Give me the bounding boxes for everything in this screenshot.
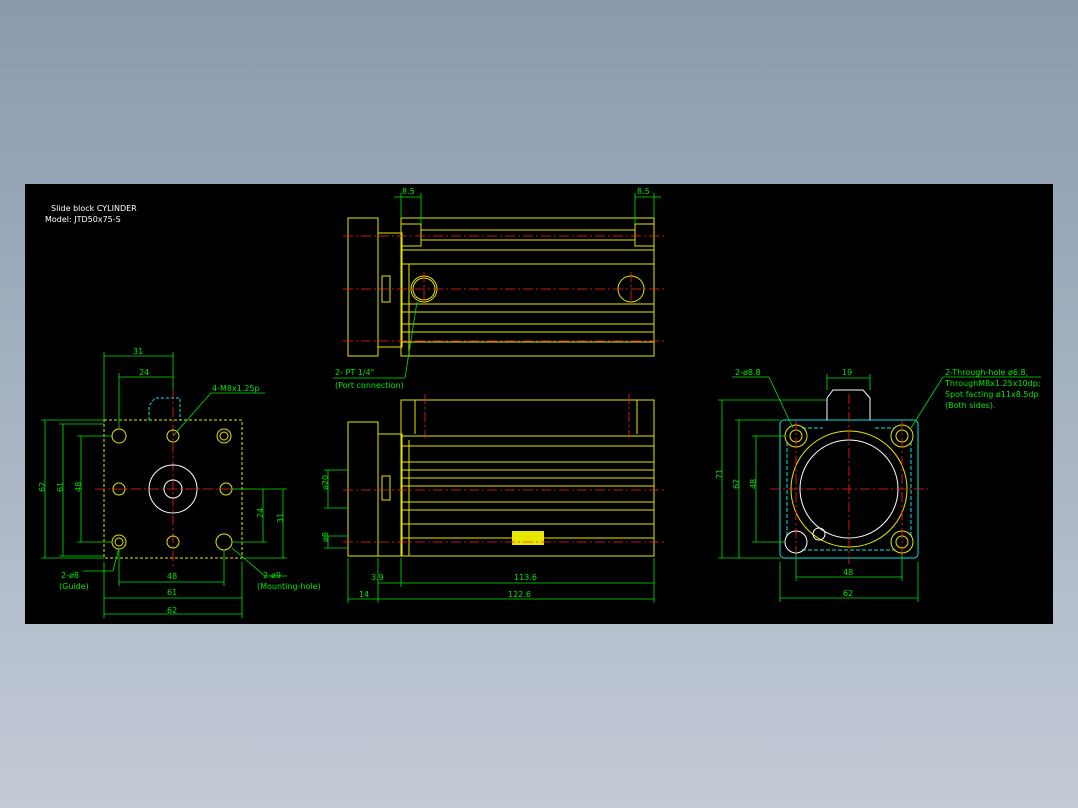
side-dim-14: 14 [359,590,369,599]
side-dim-39: 3.9 [371,573,384,582]
left-guide-label: (Guide) [59,582,89,591]
side-dim-phi20: ø20 [321,475,330,490]
top-body [400,217,655,357]
left-dim-31: 31 [276,513,285,523]
left-threads-callout: 4-M8x1.25p [212,384,260,393]
end-dim-48: 48 [749,479,758,489]
end-view: 2-ø8.8 19 2-Through-hole ø6.8, ThroughM8… [715,368,1041,602]
top-port-callout: 2- PT 1/4" [335,368,374,377]
end-dim-19: 19 [842,368,852,377]
end-note-line-1: 2-Through-hole ø6.8, [945,368,1028,377]
cad-drawing-viewport[interactable]: Slide block CYLINDER Model: JTD50x75-S 3… [25,184,1053,624]
left-hole-bl [111,534,127,550]
left-dim-31-top: 31 [133,347,143,356]
left-mount-label: (Mounting-hole) [257,582,321,591]
left-hole-tl [111,428,127,444]
top-end-plate [347,217,379,357]
left-dim-24-top: 24 [139,368,149,377]
end-dim-62: 62 [732,479,741,489]
left-dim-bottom-62: 62 [167,606,177,615]
left-dim-62: 62 [38,482,47,492]
left-dim-24: 24 [256,508,265,518]
left-hole-bl-inner [114,537,124,547]
end-hole-callout: 2-ø8.8 [735,368,761,377]
end-dim-71: 71 [715,469,724,479]
side-nameplate [512,531,544,545]
left-dim-bottom-48: 48 [167,572,177,581]
end-note-line-3: Spot facting ø11x8.5dp [945,390,1039,399]
top-dim-85-left: 8.5 [402,187,415,196]
cad-drawing: Slide block CYLINDER Model: JTD50x75-S 3… [38,187,1041,618]
top-view: 8.5 8.5 2- PT 1/4" (Port connection) [333,187,665,390]
side-connector [381,475,391,501]
left-top-boss [148,397,181,420]
left-hole-tr [216,428,232,444]
left-dim-bottom-61: 61 [167,588,177,597]
left-mount-callout: 2-ø9 [263,571,281,580]
end-top-boss [826,389,871,420]
end-dim-bottom-48: 48 [843,568,853,577]
left-hole-tr-inner [219,431,229,441]
left-hole-br [215,533,233,551]
top-body-lines [401,229,654,356]
left-front-view: 31 24 4-M8x1.25p 62 61 48 24 31 2-ø8 (Gu… [38,347,321,618]
side-dim-1226: 122.6 [508,590,531,599]
left-dim-61: 61 [56,482,65,492]
title-line-2: Model: JTD50x75-S [45,215,121,224]
side-dim-phi8: ø8 [321,532,330,542]
top-guide-right [634,223,655,247]
left-guide-callout: 2-ø8 [61,571,79,580]
side-dim-1136: 113.6 [514,573,537,582]
end-note-line-4: (Both sides). [945,401,995,410]
side-view: ø20 ø8 3.9 113.6 14 122.6 [321,394,665,603]
top-guide-left [400,223,422,247]
title-line-1: Slide block CYLINDER [51,204,137,213]
top-dim-85-right: 8.5 [637,187,650,196]
top-port-label: (Port connection) [335,381,404,390]
end-dim-bottom-62: 62 [843,589,853,598]
left-dim-48: 48 [74,482,83,492]
side-end-plate [347,421,379,557]
end-note-line-2: ThroughM8x1.25x10dp; [944,379,1041,388]
